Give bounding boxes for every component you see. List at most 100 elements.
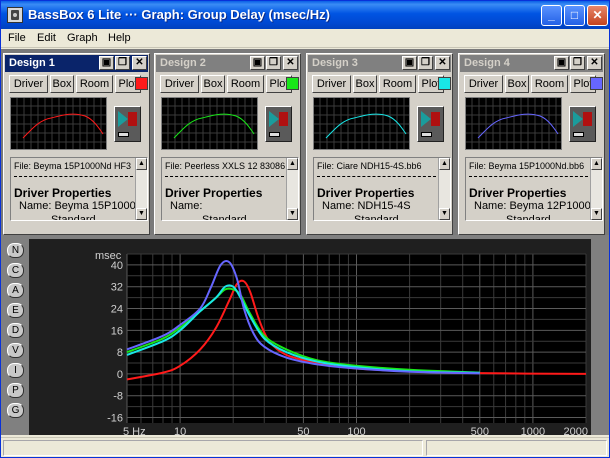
graph-tool-button-c[interactable]: C <box>7 263 24 278</box>
divider <box>317 176 436 177</box>
x-tick-label: 2000 <box>564 426 588 435</box>
copy-icon[interactable]: ❐ <box>570 56 585 70</box>
save-icon[interactable]: ▣ <box>554 56 569 70</box>
graph-tool-button-g[interactable]: G <box>7 403 24 418</box>
x-tick-label: 10 <box>174 426 186 435</box>
x-tick-label: 50 <box>297 426 309 435</box>
info-scrollbar[interactable]: ▲ ▼ <box>438 158 450 220</box>
room-button[interactable]: Room <box>76 75 113 93</box>
box-button[interactable]: Box <box>505 75 529 93</box>
scroll-down-icon[interactable]: ▼ <box>439 208 450 220</box>
driver-name: Name: Beyma 15P1000N <box>19 200 144 212</box>
speaker-app-icon[interactable] <box>7 7 23 23</box>
driver-button[interactable]: Driver <box>9 75 48 93</box>
graph-tool-button-i[interactable]: I <box>7 363 24 378</box>
close-button[interactable]: ✕ <box>587 5 608 26</box>
x-tick-label: 100 <box>347 426 365 435</box>
plot-color-swatch[interactable] <box>438 77 451 90</box>
graph-tool-button-n[interactable]: N <box>7 243 24 258</box>
mini-response-curve <box>173 113 255 139</box>
design-panel-4[interactable]: Design 4 ▣ ❐ ✕ Driver Box Room Plot File: B… <box>458 53 605 235</box>
graph-area: NCAEDVIPG msec 40 32 24 16 8 0 -8 -16 5 Hz 10 50 100… <box>1 235 609 435</box>
driver-name: Name: Beyma 12P1000 <box>474 200 591 212</box>
scroll-down-icon[interactable]: ▼ <box>287 208 298 220</box>
room-button[interactable]: Room <box>531 75 568 93</box>
speaker-box-icon[interactable] <box>569 106 596 142</box>
design-panel-1[interactable]: Design 1 ▣ ❐ ✕ Driver Box Room Plot File: B… <box>3 53 150 235</box>
title-bar[interactable]: BassBox 6 Lite ··· Graph: Group Delay (m… <box>1 1 609 29</box>
plot-color-swatch[interactable] <box>286 77 299 90</box>
info-scrollbar[interactable]: ▲ ▼ <box>135 158 147 220</box>
close-panel-icon[interactable]: ✕ <box>283 56 298 70</box>
copy-icon[interactable]: ❐ <box>115 56 130 70</box>
save-icon[interactable]: ▣ <box>99 56 114 70</box>
minimize-button[interactable]: _ <box>541 5 562 26</box>
driver-button[interactable]: Driver <box>464 75 503 93</box>
save-icon[interactable]: ▣ <box>402 56 417 70</box>
design-panel-header[interactable]: Design 1 ▣ ❐ ✕ <box>5 55 148 72</box>
divider <box>14 176 133 177</box>
driver-button[interactable]: Driver <box>160 75 199 93</box>
port-icon <box>118 132 129 137</box>
room-button[interactable]: Room <box>227 75 264 93</box>
y-tick-label: -8 <box>113 391 123 403</box>
driver-properties-heading: Driver Properties <box>14 186 112 200</box>
scroll-up-icon[interactable]: ▲ <box>136 158 147 170</box>
design-panel-header[interactable]: Design 4 ▣ ❐ ✕ <box>460 55 603 72</box>
info-scrollbar[interactable]: ▲ ▼ <box>286 158 298 220</box>
scroll-down-icon[interactable]: ▼ <box>136 208 147 220</box>
menu-edit[interactable]: Edit <box>37 32 56 44</box>
design-panel-header[interactable]: Design 2 ▣ ❐ ✕ <box>156 55 299 72</box>
graph-tool-button-p[interactable]: P <box>7 383 24 398</box>
driver-info-box[interactable]: File: Beyma 15P1000Nd HF3 Driver Propert… <box>10 157 148 221</box>
design-panel-3[interactable]: Design 3 ▣ ❐ ✕ Driver Box Room Plot File: C… <box>306 53 453 235</box>
driver-name: Name: <box>170 200 203 212</box>
close-panel-icon[interactable]: ✕ <box>587 56 602 70</box>
info-scrollbar[interactable]: ▲ ▼ <box>590 158 602 220</box>
plot-color-swatch[interactable] <box>135 77 148 90</box>
graph-tool-button-e[interactable]: E <box>7 303 24 318</box>
room-button[interactable]: Room <box>379 75 416 93</box>
driver-button[interactable]: Driver <box>312 75 351 93</box>
scroll-down-icon[interactable]: ▼ <box>591 208 602 220</box>
design-title: Design 3 <box>312 57 358 69</box>
scroll-up-icon[interactable]: ▲ <box>591 158 602 170</box>
y-tick-label: 24 <box>111 304 123 316</box>
y-tick-label: 8 <box>117 347 123 359</box>
box-button[interactable]: Box <box>50 75 74 93</box>
design-panel-2[interactable]: Design 2 ▣ ❐ ✕ Driver Box Room Plot File: P… <box>154 53 301 235</box>
box-button[interactable]: Box <box>201 75 225 93</box>
graph-tool-button-d[interactable]: D <box>7 323 24 338</box>
port-icon <box>573 132 584 137</box>
design-panel-header[interactable]: Design 3 ▣ ❐ ✕ <box>308 55 451 72</box>
menu-graph[interactable]: Graph <box>67 32 98 44</box>
chart-svg: msec4032241680-8-165 Hz 10 50 100 500 1000 200… <box>95 250 588 435</box>
driver-cone-icon <box>269 111 279 127</box>
scroll-up-icon[interactable]: ▲ <box>439 158 450 170</box>
copy-icon[interactable]: ❐ <box>418 56 433 70</box>
save-icon[interactable]: ▣ <box>250 56 265 70</box>
status-pane-secondary <box>426 440 607 456</box>
magnet-icon <box>128 112 137 126</box>
mini-response-graph <box>161 97 258 150</box>
driver-subtext: Standard <box>506 214 551 221</box>
speaker-box-icon[interactable] <box>114 106 141 142</box>
menu-file[interactable]: File <box>8 32 26 44</box>
graph-tool-button-v[interactable]: V <box>7 343 24 358</box>
speaker-box-icon[interactable] <box>417 106 444 142</box>
y-tick-label: -16 <box>107 413 123 425</box>
menu-help[interactable]: Help <box>108 32 131 44</box>
driver-info-box[interactable]: File: Beyma 15P1000Nd.bb6 Driver Propert… <box>465 157 603 221</box>
copy-icon[interactable]: ❐ <box>266 56 281 70</box>
scroll-up-icon[interactable]: ▲ <box>287 158 298 170</box>
driver-info-box[interactable]: File: Peerless XXLS 12 83086 Driver Prop… <box>161 157 299 221</box>
close-panel-icon[interactable]: ✕ <box>435 56 450 70</box>
close-panel-icon[interactable]: ✕ <box>132 56 147 70</box>
speaker-box-icon[interactable] <box>265 106 292 142</box>
status-pane-main <box>3 440 423 456</box>
driver-info-box[interactable]: File: Ciare NDH15-4S.bb6 Driver Properti… <box>313 157 451 221</box>
box-button[interactable]: Box <box>353 75 377 93</box>
plot-color-swatch[interactable] <box>590 77 603 90</box>
maximize-button[interactable]: □ <box>564 5 585 26</box>
graph-tool-button-a[interactable]: A <box>7 283 24 298</box>
